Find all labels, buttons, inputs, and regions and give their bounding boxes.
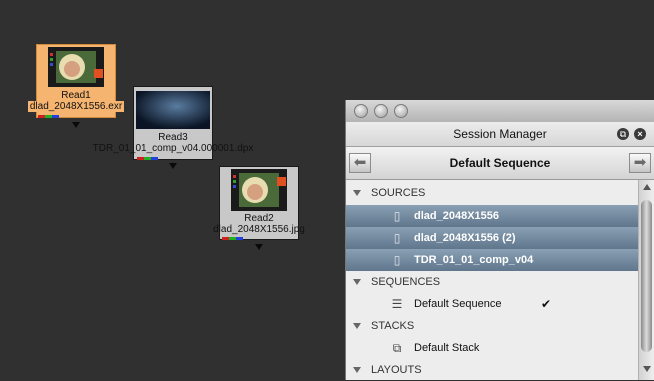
disclosure-triangle-icon[interactable] <box>353 190 361 196</box>
read1-thumbnail <box>48 47 104 87</box>
scroll-down-icon[interactable] <box>643 366 651 372</box>
read2-file: dlad_2048X1556.jpg <box>213 224 305 235</box>
read2-thumbnail <box>231 169 287 211</box>
window-titlebar[interactable] <box>346 100 654 123</box>
section-label: LAYOUTS <box>371 364 422 376</box>
scroll-up-icon[interactable] <box>643 184 651 190</box>
read3-file: TDR_01_01_comp_v04.000001.dpx <box>92 143 254 154</box>
node-read1[interactable]: Read1 dlad_2048X1556.exr <box>28 44 124 134</box>
restore-icon[interactable]: ⧉ <box>617 128 629 140</box>
scrollbar-thumb[interactable] <box>641 200 652 352</box>
file-icon: ▯ <box>393 253 401 267</box>
read1-output-arrow[interactable] <box>72 122 80 128</box>
stack-label: Default Stack <box>414 342 480 354</box>
disclosure-triangle-icon[interactable] <box>353 367 361 373</box>
section-label: STACKS <box>371 320 415 332</box>
source-label: TDR_01_01_comp_v04 <box>414 254 534 266</box>
disclosure-triangle-icon[interactable] <box>353 279 361 285</box>
close-icon[interactable]: × <box>634 128 646 140</box>
forward-arrow-icon[interactable]: ➡ <box>629 153 651 173</box>
session-tree: SOURCES ▯ dlad_2048X1556 ▯ dlad_2048X155… <box>346 180 638 380</box>
source-row[interactable]: ▯ dlad_2048X1556 (2) <box>346 227 638 249</box>
source-label: dlad_2048X1556 (2) <box>414 232 516 244</box>
section-label: SOURCES <box>371 187 426 199</box>
panel-header: Session Manager ⧉ × <box>346 122 654 147</box>
read1-file: dlad_2048X1556.exr <box>29 101 123 112</box>
file-icon: ▯ <box>393 209 401 223</box>
section-stacks[interactable]: STACKS <box>346 315 638 337</box>
section-layouts[interactable]: LAYOUTS <box>346 359 638 381</box>
window-minimize-button[interactable] <box>374 104 388 118</box>
window-zoom-button[interactable] <box>394 104 408 118</box>
session-manager-panel: Session Manager ⧉ × ⬅ Default Sequence ➡… <box>345 100 654 380</box>
file-icon: ▯ <box>393 231 401 245</box>
read1-name: Read1 <box>61 90 91 101</box>
checkmark-icon: ✔ <box>541 297 552 311</box>
back-arrow-icon[interactable]: ⬅ <box>349 153 371 173</box>
read3-name: Read3 <box>158 132 188 143</box>
read2-name: Read2 <box>244 213 274 224</box>
section-label: SEQUENCES <box>371 276 441 288</box>
read3-output-arrow[interactable] <box>169 163 177 169</box>
stack-icon: ⧉ <box>392 341 402 355</box>
read3-thumbnail <box>136 91 210 129</box>
section-sources[interactable]: SOURCES <box>346 182 638 204</box>
sequence-nav-bar: ⬅ Default Sequence ➡ <box>346 147 654 180</box>
sequence-row[interactable]: ☰ Default Sequence ✔ <box>346 293 638 315</box>
disclosure-triangle-icon[interactable] <box>353 323 361 329</box>
vertical-scrollbar[interactable] <box>638 180 654 380</box>
window-close-button[interactable] <box>354 104 368 118</box>
section-sequences[interactable]: SEQUENCES <box>346 271 638 293</box>
panel-title: Session Manager <box>453 127 547 141</box>
read2-output-arrow[interactable] <box>255 244 263 250</box>
source-row[interactable]: ▯ TDR_01_01_comp_v04 <box>346 249 638 271</box>
current-sequence-title: Default Sequence <box>449 156 551 170</box>
stack-row[interactable]: ⧉ Default Stack <box>346 337 638 359</box>
node-read2[interactable]: Read2 dlad_2048X1556.jpg <box>213 166 305 254</box>
source-label: dlad_2048X1556 <box>414 210 500 222</box>
node-read3[interactable]: Read3 TDR_01_01_comp_v04.000001.dpx <box>93 86 253 170</box>
source-row[interactable]: ▯ dlad_2048X1556 <box>346 205 638 227</box>
sequence-icon: ☰ <box>391 297 403 311</box>
sequence-label: Default Sequence <box>414 298 502 310</box>
